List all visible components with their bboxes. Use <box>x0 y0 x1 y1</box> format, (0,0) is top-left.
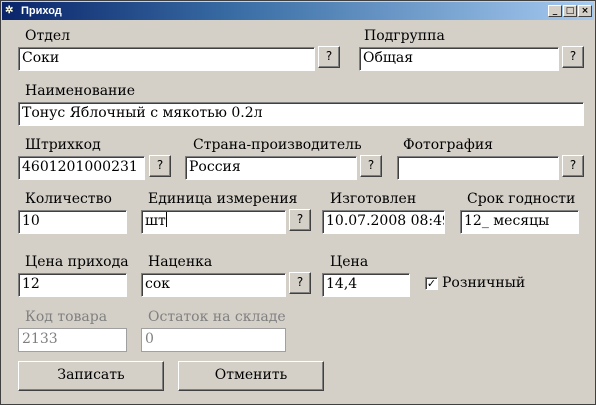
cancel-button[interactable]: Отменить <box>178 361 324 391</box>
dialog-window: ✲ Приход _ □ × Отдел Соки ? Подгруппа Об… <box>0 0 596 405</box>
app-icon: ✲ <box>5 5 14 16</box>
kod-label: Код товара <box>25 309 108 325</box>
shtrihkod-lookup-button[interactable]: ? <box>149 155 171 177</box>
foto-label: Фотография <box>403 137 493 153</box>
title-bar[interactable]: ✲ Приход _ □ × <box>2 2 594 20</box>
edinica-value: шт <box>145 213 166 229</box>
kod-field: 2133 <box>18 328 127 352</box>
edinica-label: Единица измерения <box>148 191 298 207</box>
text-caret <box>165 212 167 227</box>
strana-lookup-button[interactable]: ? <box>360 155 382 177</box>
shtrihkod-field[interactable]: 4601201000231 <box>18 156 145 180</box>
minimize-button[interactable]: _ <box>548 5 562 17</box>
edinica-lookup-button[interactable]: ? <box>289 209 311 231</box>
srok-field[interactable]: 12_ месяцы <box>460 210 579 234</box>
otdel-label: Отдел <box>25 28 71 44</box>
nacenka-field[interactable]: сок <box>141 273 286 297</box>
kolichestvo-label: Количество <box>25 191 112 207</box>
nacenka-label: Наценка <box>148 254 213 270</box>
window-title: Приход <box>21 5 62 17</box>
cena-prihoda-label: Цена прихода <box>25 254 129 270</box>
izgotovlen-label: Изготовлен <box>330 191 417 207</box>
foto-field[interactable] <box>397 156 559 180</box>
strana-label: Страна-производитель <box>193 137 362 153</box>
save-button[interactable]: Записать <box>18 361 164 391</box>
shtrihkod-label: Штрихкод <box>25 137 101 153</box>
close-button[interactable]: × <box>578 5 592 17</box>
podgruppa-lookup-button[interactable]: ? <box>562 46 584 68</box>
ostatok-label: Остаток на складе <box>148 309 286 325</box>
cena-label: Цена <box>330 254 369 270</box>
otdel-lookup-button[interactable]: ? <box>318 46 340 68</box>
naimenovanie-label: Наименование <box>25 83 135 99</box>
roznichny-checkbox[interactable]: ✓ <box>425 277 438 290</box>
cena-prihoda-field[interactable]: 12 <box>18 273 127 297</box>
cena-field[interactable]: 14,4 <box>322 273 410 297</box>
check-icon: ✓ <box>426 277 437 290</box>
srok-label: Срок годности <box>467 191 576 207</box>
otdel-field[interactable]: Соки <box>18 47 315 71</box>
nacenka-lookup-button[interactable]: ? <box>289 272 311 294</box>
podgruppa-field[interactable]: Общая <box>359 47 559 71</box>
foto-lookup-button[interactable]: ? <box>562 155 584 177</box>
edinica-field[interactable]: шт <box>141 210 286 234</box>
maximize-button[interactable]: □ <box>563 5 577 17</box>
ostatok-field: 0 <box>141 328 286 352</box>
naimenovanie-field[interactable]: Тонус Яблочный с мякотью 0.2л <box>18 102 584 126</box>
kolichestvo-field[interactable]: 10 <box>18 210 127 234</box>
izgotovlen-field[interactable]: 10.07.2008 08:49 <box>322 210 445 234</box>
strana-field[interactable]: Россия <box>185 156 357 180</box>
roznichny-label[interactable]: Розничный <box>442 275 525 291</box>
podgruppa-label: Подгруппа <box>364 28 445 44</box>
